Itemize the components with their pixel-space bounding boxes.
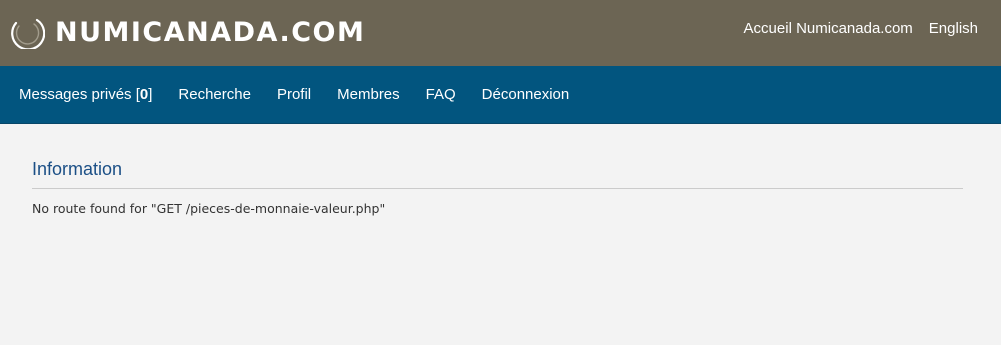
error-message: No route found for "GET /pieces-de-monna… <box>32 201 386 216</box>
nav-item-private-messages[interactable]: Messages privés [0] <box>19 85 152 105</box>
private-messages-label: Messages privés [ <box>19 85 140 103</box>
nav-item-profile[interactable]: Profil <box>277 85 311 105</box>
top-header: NUMICANADA.COM Accueil Numicanada.com En… <box>0 0 1001 66</box>
language-link[interactable]: English <box>929 19 978 39</box>
nav-item-members[interactable]: Membres <box>337 85 400 105</box>
nav-item-logout[interactable]: Déconnexion <box>482 85 570 105</box>
main-navigation: Messages privés [0] Recherche Profil Mem… <box>0 66 1001 124</box>
nav-item-faq[interactable]: FAQ <box>426 85 456 105</box>
top-links: Accueil Numicanada.com English <box>744 19 978 39</box>
nav-item-search[interactable]: Recherche <box>178 85 251 105</box>
main-content: Information No route found for "GET /pie… <box>32 124 963 217</box>
private-messages-suffix: ] <box>148 85 153 103</box>
site-name[interactable]: NUMICANADA.COM <box>55 13 365 53</box>
home-link[interactable]: Accueil Numicanada.com <box>744 19 913 39</box>
site-logo-icon[interactable] <box>9 13 45 49</box>
private-messages-count: 0 <box>139 85 149 103</box>
page-title: Information <box>32 124 963 189</box>
